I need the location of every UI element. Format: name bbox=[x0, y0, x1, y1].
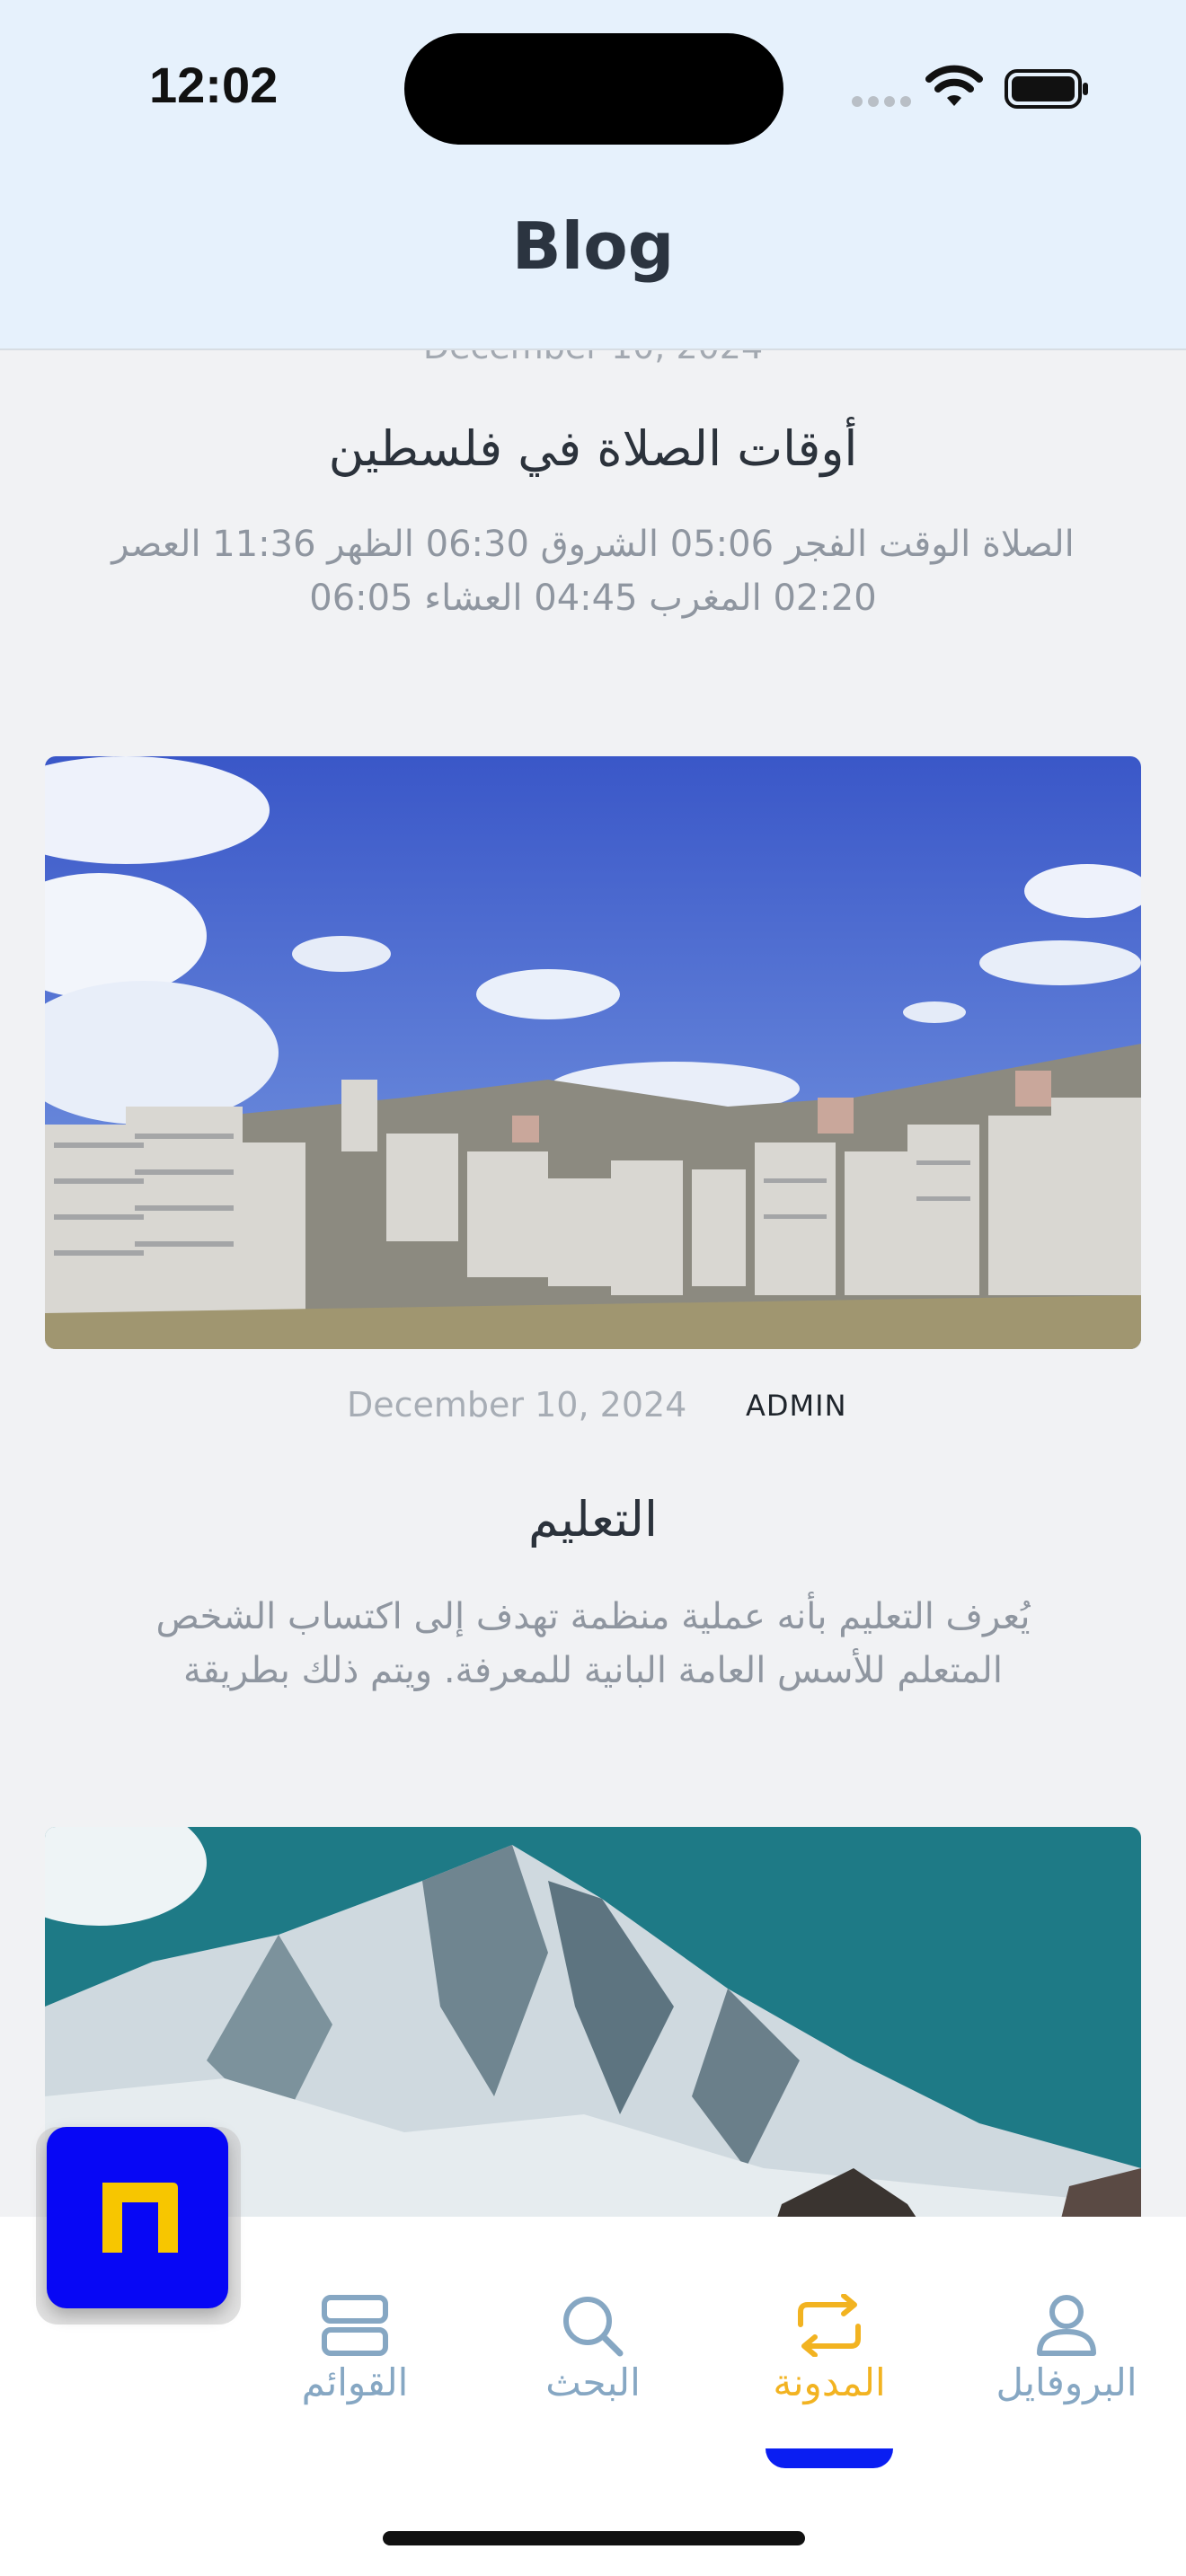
dynamic-island bbox=[404, 33, 783, 145]
battery-icon bbox=[1005, 69, 1088, 109]
wifi-icon bbox=[925, 65, 983, 106]
post-excerpt-line: الصلاة الوقت الفجر 05:06 الشروق 06:30 ال… bbox=[111, 524, 1075, 565]
post-excerpt-line: 02:20 المغرب 04:45 العشاء 06:05 bbox=[309, 578, 877, 619]
profile-icon bbox=[1037, 2295, 1096, 2356]
post-excerpt-line: المتعلم للأسس العامة البانية للمعرفة. وي… bbox=[183, 1650, 1003, 1691]
tab-label: القوائم bbox=[301, 2360, 409, 2404]
city-photo bbox=[45, 756, 1141, 1349]
active-tab-indicator bbox=[766, 2448, 893, 2468]
tab-profile[interactable]: البروفايل bbox=[963, 2294, 1170, 2404]
post-date: December 10, 2024 bbox=[347, 1385, 687, 1425]
post-excerpt: يُعرف التعليم بأنه عملية منظمة تهدف إلى … bbox=[72, 1590, 1114, 1698]
post-title[interactable]: التعليم bbox=[54, 1491, 1132, 1548]
signal-icon bbox=[852, 93, 916, 110]
tab-label: المدونة bbox=[773, 2360, 886, 2404]
post-excerpt: الصلاة الوقت الفجر 05:06 الشروق 06:30 ال… bbox=[72, 517, 1114, 625]
repeat-icon bbox=[798, 2294, 861, 2357]
tab-blog[interactable]: المدونة bbox=[726, 2294, 933, 2404]
page-title: Blog bbox=[511, 208, 675, 284]
post-author[interactable]: ADMIN bbox=[746, 1389, 847, 1423]
status-time: 12:02 bbox=[149, 57, 279, 113]
n-logo-icon bbox=[102, 2183, 178, 2253]
nav-header: Blog bbox=[0, 180, 1186, 350]
post-title[interactable]: أوقات الصلاة في فلسطين bbox=[54, 420, 1132, 477]
search-icon bbox=[563, 2297, 624, 2357]
blog-feed[interactable]: December 10, 2024 أوقات الصلاة في فلسطين… bbox=[0, 350, 1186, 2217]
post-date: December 10, 2024 bbox=[0, 350, 1186, 366]
tab-label: البروفايل bbox=[996, 2360, 1137, 2404]
tab-lists[interactable]: القوائم bbox=[252, 2294, 458, 2404]
lists-icon bbox=[322, 2295, 388, 2356]
post-excerpt-line: يُعرف التعليم بأنه عملية منظمة تهدف إلى … bbox=[155, 1596, 1031, 1637]
home-indicator bbox=[383, 2531, 805, 2545]
floating-app-button[interactable] bbox=[47, 2127, 228, 2308]
post-image[interactable] bbox=[45, 756, 1141, 1349]
tab-label: البحث bbox=[545, 2360, 641, 2404]
tab-search[interactable]: البحث bbox=[490, 2294, 696, 2404]
status-bar: 12:02 bbox=[0, 0, 1186, 180]
